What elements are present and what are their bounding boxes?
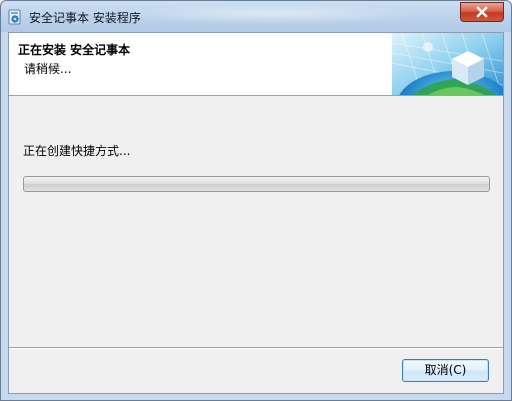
installer-window: 安全记事本 安装程序 正在安装 安全记事本 请稍候... 正在创建快捷方式...… [0, 0, 512, 401]
title-bar[interactable]: 安全记事本 安装程序 [1, 1, 511, 32]
footer-divider [9, 347, 503, 349]
cancel-button[interactable]: 取消(C) [402, 359, 489, 382]
status-text: 正在创建快捷方式... [23, 144, 131, 158]
header-subtitle: 请稍候... [24, 62, 72, 76]
dialog-body: 正在安装 安全记事本 请稍候... 正在创建快捷方式... 取消(C) [8, 32, 504, 394]
header-title: 正在安装 安全记事本 [18, 43, 131, 57]
header-panel: 正在安装 安全记事本 请稍候... [9, 33, 503, 96]
window-title: 安全记事本 安装程序 [29, 11, 141, 25]
close-icon [476, 6, 488, 18]
installer-icon [8, 9, 21, 25]
install-progress-bar [23, 176, 490, 192]
close-button[interactable] [460, 2, 504, 22]
globe-cube-icon [392, 33, 503, 95]
title-glow [121, 4, 421, 24]
